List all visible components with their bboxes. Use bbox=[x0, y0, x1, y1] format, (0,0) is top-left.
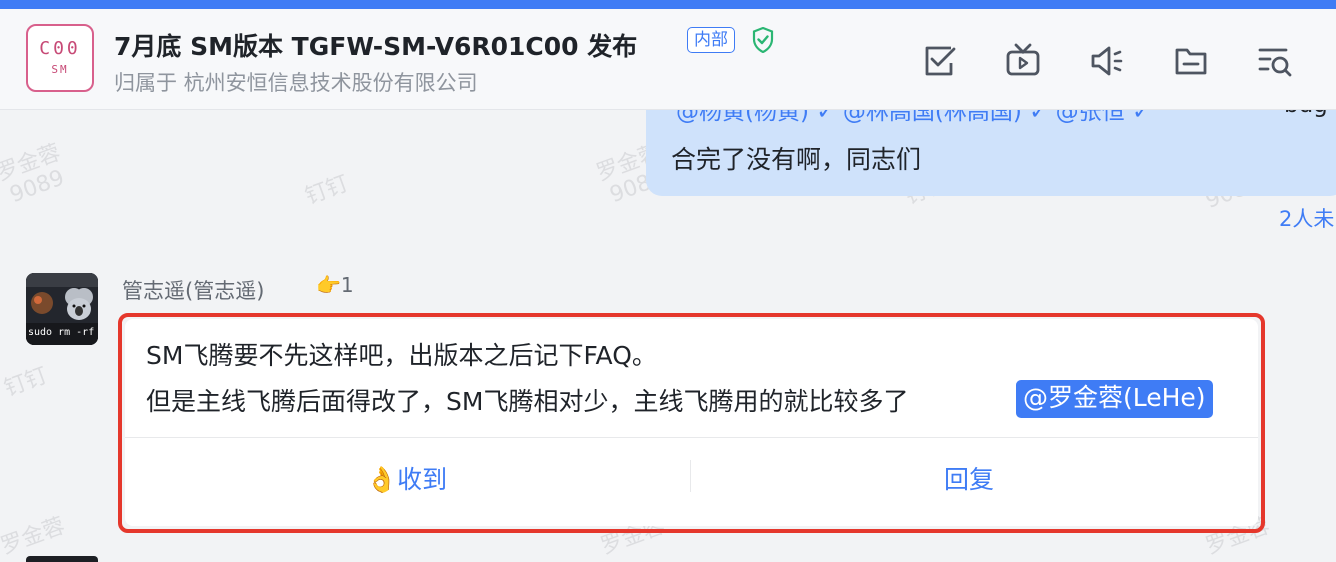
watermark: 罗金蓉 9089 bbox=[0, 140, 68, 209]
watermark: 罗金蓉 bbox=[0, 513, 69, 560]
live-tv-icon[interactable] bbox=[1004, 42, 1042, 80]
message-line-1: SM飞腾要不先这样吧，出版本之后记下FAQ。 bbox=[146, 341, 657, 370]
verified-shield-icon bbox=[752, 26, 774, 54]
sender-avatar[interactable]: sudo rm -rf /* bbox=[26, 273, 98, 345]
button-divider bbox=[690, 460, 691, 492]
organization-label: 归属于 杭州安恒信息技术股份有限公司 bbox=[114, 71, 478, 95]
svg-text:sudo rm -rf /*: sudo rm -rf /* bbox=[28, 327, 98, 338]
sender-name[interactable]: 管志遥(管志遥) bbox=[122, 275, 264, 305]
internal-tag: 内部 bbox=[687, 27, 735, 53]
pointing-hand-icon: 👉 bbox=[316, 273, 341, 297]
reaction-count[interactable]: 👉1 bbox=[316, 273, 354, 297]
watermark: 钉钉 bbox=[1, 363, 51, 402]
reply-button[interactable]: 回复 bbox=[944, 460, 994, 496]
ok-hand-icon: 👌 bbox=[366, 465, 398, 494]
message-line-2: 但是主线飞腾后面得改了，SM飞腾相对少，主线飞腾用的就比较多了 bbox=[146, 387, 909, 416]
previous-message-text: 合完了没有啊，同志们 bbox=[671, 145, 922, 174]
announcement-icon[interactable] bbox=[1088, 42, 1126, 80]
window-top-strip bbox=[0, 0, 1336, 9]
acknowledge-button[interactable]: 👌收到 bbox=[366, 460, 447, 496]
read-status[interactable]: 2人未 bbox=[1279, 203, 1334, 233]
watermark: 钉钉 bbox=[302, 171, 352, 210]
chat-title[interactable]: 7月底 SM版本 TGFW-SM-V6R01C00 发布 bbox=[114, 27, 637, 63]
group-avatar[interactable]: C00 SM bbox=[26, 24, 94, 92]
chat-header: C00 SM 7月底 SM版本 TGFW-SM-V6R01C00 发布 内部 归… bbox=[0, 9, 1336, 110]
task-check-icon[interactable] bbox=[921, 42, 959, 80]
mention-tag[interactable]: @罗金蓉(LeHe) bbox=[1016, 380, 1213, 418]
search-list-icon[interactable] bbox=[1256, 42, 1294, 80]
folder-icon[interactable] bbox=[1172, 42, 1210, 80]
next-avatar-edge bbox=[26, 556, 98, 562]
card-divider bbox=[125, 437, 1258, 438]
